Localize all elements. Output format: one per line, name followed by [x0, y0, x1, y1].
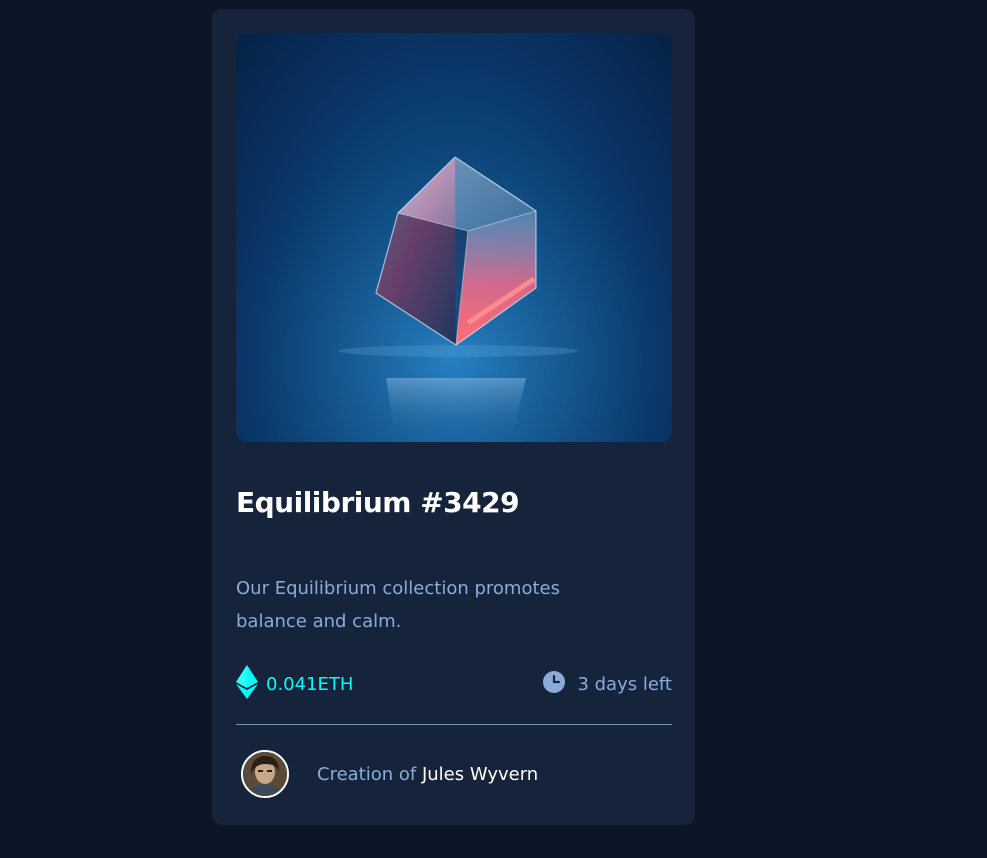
- nft-card: Equilibrium #3429 Our Equilibrium collec…: [212, 9, 695, 825]
- nft-description: Our Equilibrium collection promotes bala…: [236, 578, 560, 632]
- nft-meta-row: 0.041ETH 3 days left: [236, 665, 672, 705]
- creator-row: Creation of Jules Wyvern: [241, 750, 538, 798]
- divider: [236, 724, 672, 725]
- nft-title[interactable]: Equilibrium #3429: [236, 486, 520, 519]
- time-left-value: 3 days left: [577, 673, 672, 695]
- price: 0.041ETH: [236, 665, 353, 703]
- ethereum-icon: [236, 665, 258, 703]
- creator-name[interactable]: Jules Wyvern: [422, 764, 538, 785]
- cube-illustration: [236, 33, 672, 442]
- time-left: 3 days left: [543, 665, 672, 703]
- creator-prefix: Creation of: [317, 763, 422, 785]
- creator-text: Creation of Jules Wyvern: [317, 764, 538, 785]
- price-value: 0.041ETH: [266, 673, 354, 695]
- nft-image[interactable]: [236, 33, 672, 442]
- clock-icon: [543, 671, 566, 697]
- avatar: [241, 750, 289, 798]
